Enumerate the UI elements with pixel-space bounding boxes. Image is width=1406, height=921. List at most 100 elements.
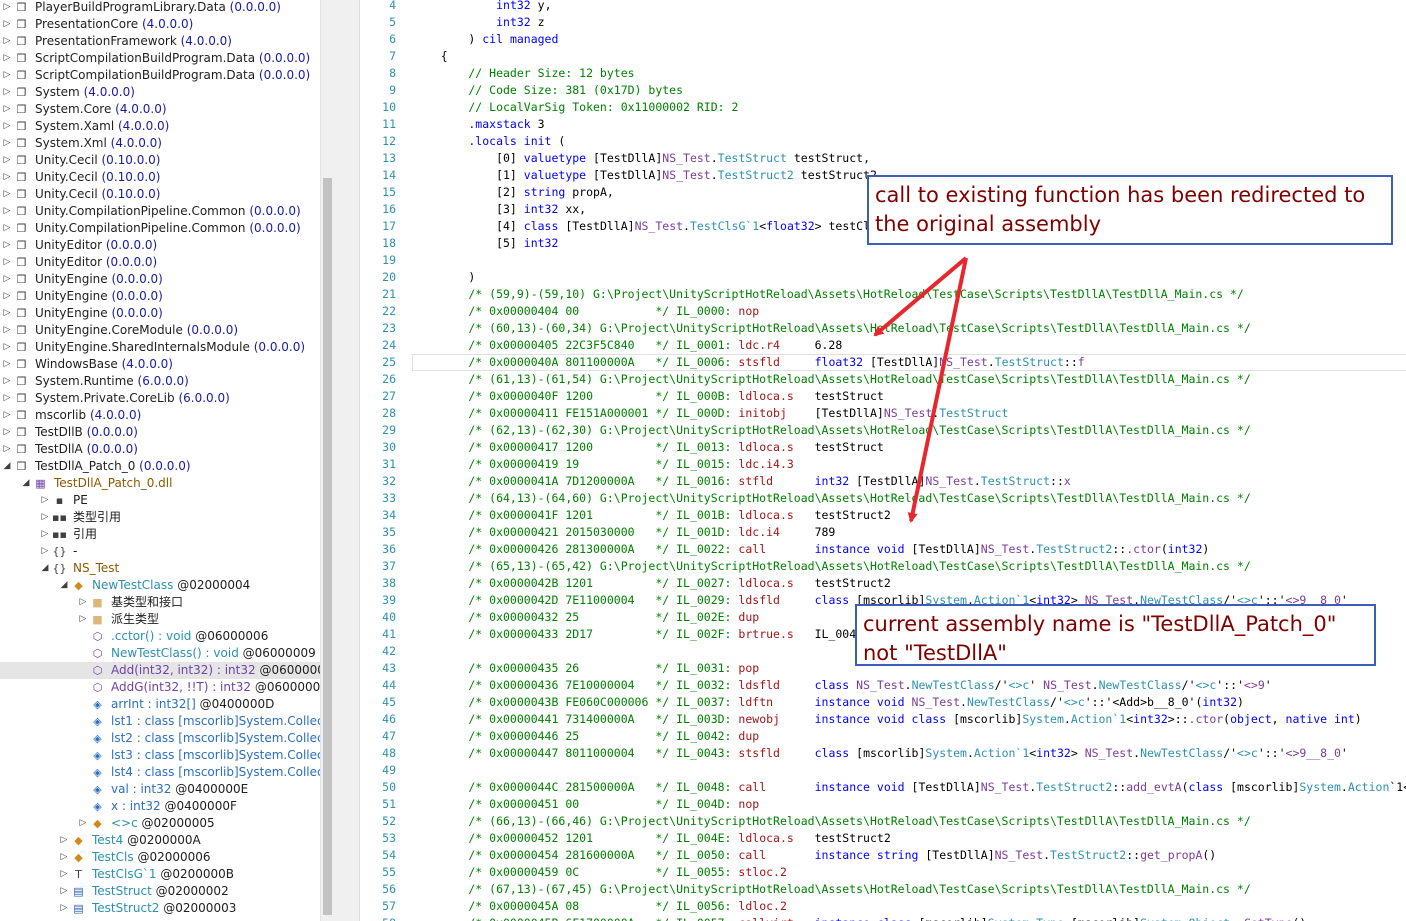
collapsed-arrow-icon[interactable]: ▷ bbox=[2, 16, 12, 33]
tree-node[interactable]: ▷ ❐ UnityEngine (0.0.0.0) bbox=[0, 305, 320, 322]
code-line[interactable]: 5 int32 z bbox=[360, 14, 1406, 31]
code-line[interactable]: 56 /* (67,13)-(67,45) G:\Project\UnitySc… bbox=[360, 881, 1406, 898]
expanded-arrow-icon[interactable]: ◢ bbox=[21, 475, 31, 492]
collapsed-arrow-icon[interactable]: ▷ bbox=[2, 407, 12, 424]
tree-node[interactable]: ⬡ Add(int32, int32) : int32 @06000007 bbox=[0, 662, 320, 679]
code-line[interactable]: 25 /* 0x0000040A 801100000A */ IL_0006: … bbox=[360, 354, 1406, 371]
collapsed-arrow-icon[interactable]: ▷ bbox=[59, 883, 69, 900]
code-line[interactable]: 35 /* 0x00000421 2015030000 */ IL_001D: … bbox=[360, 524, 1406, 541]
tree-node[interactable]: ⬡ NewTestClass() : void @06000009 bbox=[0, 645, 320, 662]
collapsed-arrow-icon[interactable]: ▷ bbox=[40, 509, 50, 526]
code-line[interactable]: 54 /* 0x00000454 281600000A */ IL_0050: … bbox=[360, 847, 1406, 864]
code-line[interactable]: 46 /* 0x00000441 731400000A */ IL_003D: … bbox=[360, 711, 1406, 728]
code-line[interactable]: 36 /* 0x00000426 281300000A */ IL_0022: … bbox=[360, 541, 1406, 558]
tree-node[interactable]: ◢ ◆ NewTestClass @02000004 bbox=[0, 577, 320, 594]
collapsed-arrow-icon[interactable]: ▷ bbox=[40, 543, 50, 560]
code-line[interactable]: 37 /* (65,13)-(65,42) G:\Project\UnitySc… bbox=[360, 558, 1406, 575]
collapsed-arrow-icon[interactable]: ▷ bbox=[2, 135, 12, 152]
tree-node[interactable]: ▷ ❐ UnityEngine.CoreModule (0.0.0.0) bbox=[0, 322, 320, 339]
code-line[interactable]: 53 /* 0x00000452 1201 */ IL_004E: ldloca… bbox=[360, 830, 1406, 847]
tree-node[interactable]: ◢ ▦ TestDllA_Patch_0.dll bbox=[0, 475, 320, 492]
code-line[interactable]: 52 /* (66,13)-(66,46) G:\Project\UnitySc… bbox=[360, 813, 1406, 830]
collapsed-arrow-icon[interactable]: ▷ bbox=[2, 424, 12, 441]
code-line[interactable]: 47 /* 0x00000446 25 */ IL_0042: dup bbox=[360, 728, 1406, 745]
tree-node[interactable]: ▷ ❐ System (4.0.0.0) bbox=[0, 84, 320, 101]
collapsed-arrow-icon[interactable]: ▷ bbox=[2, 84, 12, 101]
code-line[interactable]: 29 /* (62,13)-(62,30) G:\Project\UnitySc… bbox=[360, 422, 1406, 439]
tree-node[interactable]: ▷ ❐ UnityEngine (0.0.0.0) bbox=[0, 288, 320, 305]
tree-node[interactable]: ▷ T TestClsG`1 @0200000B bbox=[0, 866, 320, 883]
code-line[interactable]: 6 ) cil managed bbox=[360, 31, 1406, 48]
tree-node[interactable]: ◈ lst4 : class [mscorlib]System.Collecti bbox=[0, 764, 320, 781]
tree-node[interactable]: ▷ ◆ TestCls @02000006 bbox=[0, 849, 320, 866]
collapsed-arrow-icon[interactable]: ▷ bbox=[78, 611, 88, 628]
collapsed-arrow-icon[interactable]: ▷ bbox=[2, 169, 12, 186]
code-line[interactable]: 51 /* 0x00000451 00 */ IL_004D: nop bbox=[360, 796, 1406, 813]
collapsed-arrow-icon[interactable]: ▷ bbox=[2, 101, 12, 118]
collapsed-arrow-icon[interactable]: ▷ bbox=[2, 373, 12, 390]
expanded-arrow-icon[interactable]: ◢ bbox=[40, 560, 50, 577]
expanded-arrow-icon[interactable]: ◢ bbox=[2, 458, 12, 475]
code-line[interactable]: 4 int32 y, bbox=[360, 0, 1406, 14]
tree-node[interactable]: ▷ ❐ System.Private.CoreLib (6.0.0.0) bbox=[0, 390, 320, 407]
collapsed-arrow-icon[interactable]: ▷ bbox=[2, 237, 12, 254]
tree-node[interactable]: ▷ ❐ TestDllA (0.0.0.0) bbox=[0, 441, 320, 458]
code-line[interactable]: 21 /* (59,9)-(59,10) G:\Project\UnityScr… bbox=[360, 286, 1406, 303]
code-line[interactable]: 48 /* 0x00000447 8011000004 */ IL_0043: … bbox=[360, 745, 1406, 762]
tree-node[interactable]: ▷ ❐ WindowsBase (4.0.0.0) bbox=[0, 356, 320, 373]
collapsed-arrow-icon[interactable]: ▷ bbox=[40, 526, 50, 543]
collapsed-arrow-icon[interactable]: ▷ bbox=[40, 492, 50, 509]
code-line[interactable]: 9 // Code Size: 381 (0x17D) bytes bbox=[360, 82, 1406, 99]
tree-node[interactable]: ▷ ■ 派生类型 bbox=[0, 611, 320, 628]
code-line[interactable]: 8 // Header Size: 12 bytes bbox=[360, 65, 1406, 82]
collapsed-arrow-icon[interactable]: ▷ bbox=[2, 339, 12, 356]
collapsed-arrow-icon[interactable]: ▷ bbox=[59, 849, 69, 866]
code-line[interactable]: 55 /* 0x00000459 0C */ IL_0055: stloc.2 bbox=[360, 864, 1406, 881]
collapsed-arrow-icon[interactable]: ▷ bbox=[2, 118, 12, 135]
tree-node[interactable]: ▷ ◆ <>c @02000005 bbox=[0, 815, 320, 832]
tree-node[interactable]: ▷ ❐ TestDllB (0.0.0.0) bbox=[0, 424, 320, 441]
tree-node[interactable]: ▷ ▪▪ 类型引用 bbox=[0, 509, 320, 526]
collapsed-arrow-icon[interactable]: ▷ bbox=[2, 152, 12, 169]
tree-node[interactable]: ◈ lst2 : class [mscorlib]System.Collecti bbox=[0, 730, 320, 747]
code-line[interactable]: 57 /* 0x0000045A 08 */ IL_0056: ldloc.2 bbox=[360, 898, 1406, 915]
tree-node[interactable]: ▷ ❐ System.Runtime (6.0.0.0) bbox=[0, 373, 320, 390]
tree-node[interactable]: ▷ ❐ System.Xaml (4.0.0.0) bbox=[0, 118, 320, 135]
code-line[interactable]: 50 /* 0x0000044C 281500000A */ IL_0048: … bbox=[360, 779, 1406, 796]
tree-node[interactable]: ▷ ❐ PresentationCore (4.0.0.0) bbox=[0, 16, 320, 33]
tree-node[interactable]: ▷ ❐ Unity.CompilationPipeline.Common (0.0.… bbox=[0, 220, 320, 237]
pane-splitter[interactable] bbox=[337, 0, 360, 921]
collapsed-arrow-icon[interactable]: ▷ bbox=[2, 271, 12, 288]
tree-node[interactable]: ▷ ❐ UnityEngine (0.0.0.0) bbox=[0, 271, 320, 288]
tree-node[interactable]: ▷ ▪ PE bbox=[0, 492, 320, 509]
code-line[interactable]: 27 /* 0x0000040F 1200 */ IL_000B: ldloca… bbox=[360, 388, 1406, 405]
collapsed-arrow-icon[interactable]: ▷ bbox=[78, 815, 88, 832]
tree-node[interactable]: ▷ ❐ System.Core (4.0.0.0) bbox=[0, 101, 320, 118]
code-line[interactable]: 10 // LocalVarSig Token: 0x11000002 RID:… bbox=[360, 99, 1406, 116]
collapsed-arrow-icon[interactable]: ▷ bbox=[2, 390, 12, 407]
assembly-explorer-tree[interactable]: ▷ ❐ PlayerBuildProgramLibrary.Data (0.0.0.… bbox=[0, 0, 320, 921]
collapsed-arrow-icon[interactable]: ▷ bbox=[2, 288, 12, 305]
tree-node[interactable]: ▷ ▪▪ 引用 bbox=[0, 526, 320, 543]
tree-node[interactable]: ⬡ .cctor() : void @06000006 bbox=[0, 628, 320, 645]
collapsed-arrow-icon[interactable]: ▷ bbox=[2, 50, 12, 67]
code-line[interactable]: 33 /* (64,13)-(64,60) G:\Project\UnitySc… bbox=[360, 490, 1406, 507]
tree-node[interactable]: ◈ arrInt : int32[] @0400000D bbox=[0, 696, 320, 713]
collapsed-arrow-icon[interactable]: ▷ bbox=[2, 441, 12, 458]
tree-node[interactable]: ▷ ❐ Unity.Cecil (0.10.0.0) bbox=[0, 186, 320, 203]
tree-node[interactable]: ◈ x : int32 @0400000F bbox=[0, 798, 320, 815]
collapsed-arrow-icon[interactable]: ▷ bbox=[78, 594, 88, 611]
code-line[interactable]: 45 /* 0x0000043B FE060C000006 */ IL_0037… bbox=[360, 694, 1406, 711]
il-code-editor[interactable]: 4 int32 y, 5 int32 z6 ) cil managed 7 {8 /… bbox=[360, 0, 1406, 921]
collapsed-arrow-icon[interactable]: ▷ bbox=[2, 322, 12, 339]
code-line[interactable]: 44 /* 0x00000436 7E10000004 */ IL_0032: … bbox=[360, 677, 1406, 694]
tree-node[interactable]: ▷ ❐ PresentationFramework (4.0.0.0) bbox=[0, 33, 320, 50]
tree-node[interactable]: ▷ ❐ System.Xml (4.0.0.0) bbox=[0, 135, 320, 152]
code-line[interactable]: 24 /* 0x00000405 22C3F5C840 */ IL_0001: … bbox=[360, 337, 1406, 354]
code-line[interactable]: 26 /* (61,13)-(61,54) G:\Project\UnitySc… bbox=[360, 371, 1406, 388]
code-line[interactable]: 23 /* (60,13)-(60,34) G:\Project\UnitySc… bbox=[360, 320, 1406, 337]
code-line[interactable]: 11 .maxstack 3 bbox=[360, 116, 1406, 133]
tree-node[interactable]: ◈ lst3 : class [mscorlib]System.Collecti bbox=[0, 747, 320, 764]
collapsed-arrow-icon[interactable]: ▷ bbox=[2, 203, 12, 220]
tree-node[interactable]: ▷ ❐ UnityEditor (0.0.0.0) bbox=[0, 237, 320, 254]
